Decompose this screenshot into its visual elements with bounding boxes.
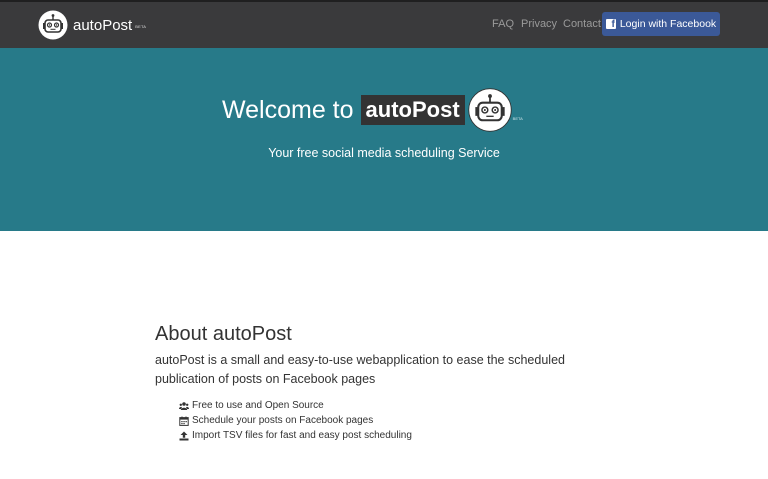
facebook-icon: f xyxy=(605,19,616,30)
brand-name: autoPost xyxy=(73,16,133,34)
feature-text: Free to use and Open Source xyxy=(192,400,324,411)
welcome-text: Welcome to xyxy=(222,95,354,124)
about-heading: About autoPost xyxy=(155,323,292,345)
feature-list: Free to use and Open Source Schedule you… xyxy=(179,398,412,443)
robot-logo-icon xyxy=(38,10,68,40)
hero-subtitle: Your free social media scheduling Servic… xyxy=(268,146,500,160)
upload-icon xyxy=(179,431,189,440)
hero-beta-label: BETA xyxy=(512,116,523,121)
hero-brand-badge: autoPost xyxy=(360,95,465,125)
nav-link-faq[interactable]: FAQ xyxy=(492,18,514,30)
feature-text: Import TSV files for fast and easy post … xyxy=(192,430,412,441)
nav-link-privacy[interactable]: Privacy xyxy=(521,18,557,30)
login-button-label: Login with Facebook xyxy=(619,18,717,30)
login-with-facebook-button[interactable]: f Login with Facebook xyxy=(602,12,720,36)
feature-item: Import TSV files for fast and easy post … xyxy=(179,428,412,443)
nav-link-contact[interactable]: Contact xyxy=(563,18,601,30)
brand[interactable]: autoPost BETA xyxy=(38,10,146,40)
calendar-icon xyxy=(179,416,189,426)
feature-item: Free to use and Open Source xyxy=(179,398,412,413)
top-navbar: autoPost BETA FAQ Privacy Contact f Logi… xyxy=(0,0,768,48)
about-description: autoPost is a small and easy-to-use weba… xyxy=(155,353,565,386)
feature-text: Schedule your posts on Facebook pages xyxy=(192,415,374,426)
brand-beta-label: BETA xyxy=(135,24,147,29)
robot-logo-icon xyxy=(467,88,512,132)
users-icon xyxy=(179,401,189,410)
hero-banner xyxy=(0,48,768,231)
feature-item: Schedule your posts on Facebook pages xyxy=(179,413,412,428)
hero-title: Welcome to autoPost BETA xyxy=(222,88,523,132)
